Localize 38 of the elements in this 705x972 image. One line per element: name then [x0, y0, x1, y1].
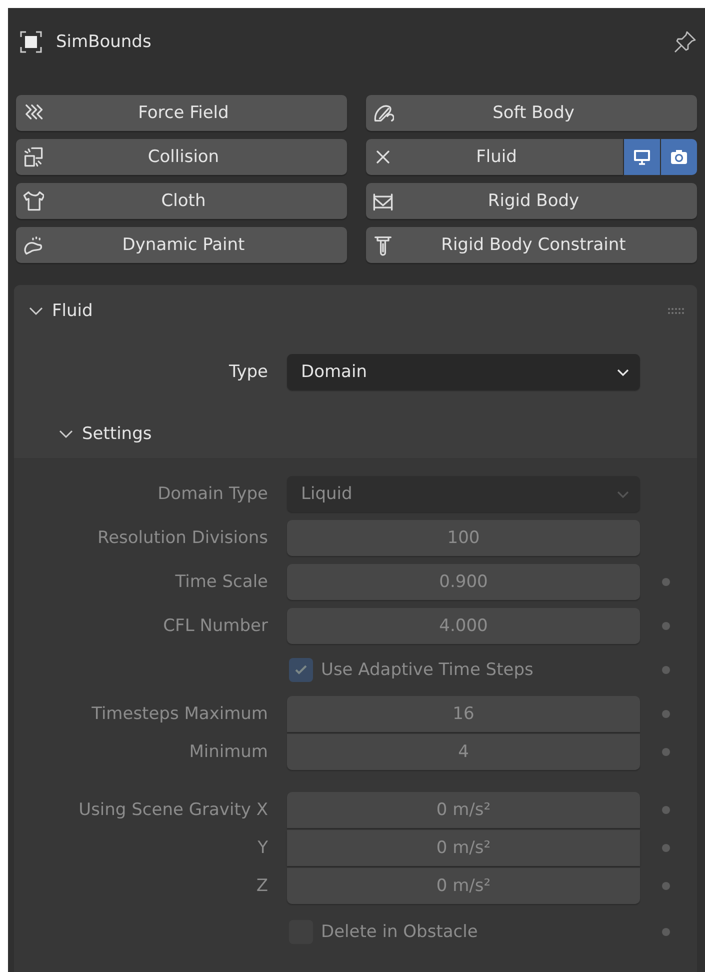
object-bounds-icon	[20, 31, 42, 53]
dropdown-value: Domain	[301, 362, 367, 382]
field-label: Domain Type	[156, 484, 268, 504]
subpanel-title[interactable]: Settings	[82, 424, 152, 444]
physics-toggle-button[interactable]: Dynamic Paint	[16, 227, 347, 263]
camera-icon	[669, 147, 689, 167]
physics-toggle-button[interactable]: Cloth	[16, 183, 347, 219]
field-label: Z	[255, 876, 268, 896]
field-label: Resolution Divisions	[96, 528, 268, 548]
field-label: Using Scene Gravity X	[78, 800, 268, 820]
field-label: Minimum	[188, 742, 268, 762]
camera-toggle[interactable]	[661, 139, 697, 175]
monitor-toggle[interactable]	[624, 139, 660, 175]
dropdown-field[interactable]: Domain	[287, 354, 640, 390]
physics-toggle-button[interactable]: Soft Body	[366, 95, 697, 131]
collision-squares-icon	[22, 146, 44, 168]
field-label: Type	[228, 362, 268, 382]
object-name: SimBounds	[56, 32, 152, 52]
physics-toggle-button[interactable]: Collision	[16, 139, 347, 175]
checkbox-label: Delete in Obstacle	[321, 922, 478, 942]
drag-grip-icon[interactable]	[667, 307, 685, 315]
shirt-icon	[22, 190, 44, 212]
paint-blob-icon	[22, 234, 44, 256]
pin-icon[interactable]	[673, 30, 697, 54]
soft-shape-icon	[372, 102, 394, 124]
field-label: Timesteps Maximum	[90, 704, 268, 724]
hinge-icon	[372, 234, 394, 256]
monitor-icon	[632, 147, 652, 167]
field-label: Y	[256, 838, 268, 858]
panel-title[interactable]: Fluid	[52, 301, 659, 321]
field-label: Time Scale	[174, 572, 268, 592]
field-label: CFL Number	[162, 616, 268, 636]
physics-toggle-button[interactable]: Force Field	[16, 95, 347, 131]
dropdown-value: Liquid	[301, 484, 352, 504]
physics-toggle-button[interactable]: Rigid Body Constraint	[366, 227, 697, 263]
physics-toggle-button[interactable]: Rigid Body	[366, 183, 697, 219]
checkbox-label: Use Adaptive Time Steps	[321, 660, 534, 680]
physics-toggle-button[interactable]: Fluid	[366, 139, 623, 175]
